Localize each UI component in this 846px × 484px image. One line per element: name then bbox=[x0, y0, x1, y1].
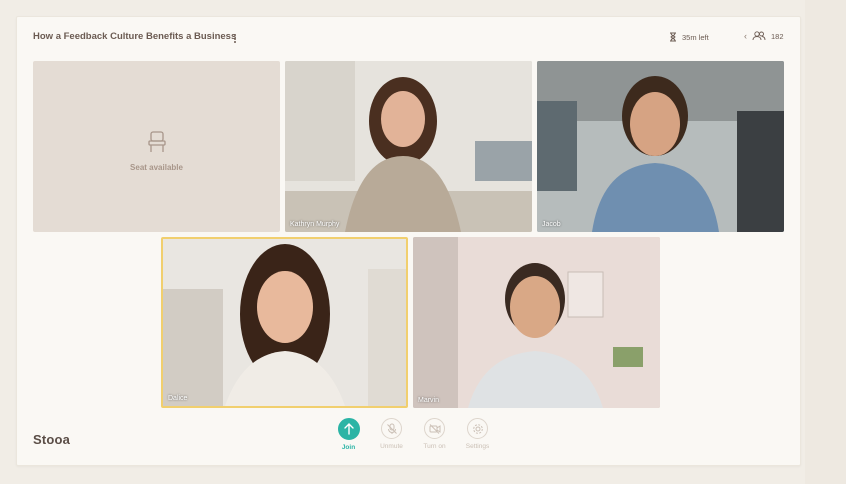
participant-count: 182 bbox=[771, 31, 784, 41]
participant-name: Jacob bbox=[542, 221, 561, 228]
join-label: Join bbox=[341, 444, 356, 451]
chevron-left-icon[interactable]: ‹ bbox=[744, 31, 747, 41]
participant-video bbox=[413, 237, 660, 408]
unmute-label: Unmute bbox=[380, 443, 403, 450]
participant-video bbox=[537, 61, 784, 232]
participant-tile-marvin: Marvin bbox=[413, 237, 660, 408]
mic-off-icon bbox=[386, 423, 397, 434]
participant-tile-kathryn: Kathryn Murphy bbox=[285, 61, 532, 232]
participant-name: Dalice bbox=[168, 395, 188, 402]
settings-button[interactable]: Settings bbox=[460, 418, 495, 451]
participant-name: Marvin bbox=[418, 397, 440, 404]
chair-icon bbox=[147, 131, 166, 152]
time-left-text: 35m left bbox=[682, 32, 709, 42]
participant-video bbox=[285, 61, 532, 232]
seat-available-tile[interactable]: Seat available bbox=[33, 61, 280, 232]
people-icon bbox=[752, 31, 766, 41]
unmute-button[interactable]: Unmute bbox=[374, 418, 409, 451]
camera-off-icon bbox=[429, 423, 440, 434]
turn-on-label: Turn on bbox=[423, 443, 446, 450]
background-strip bbox=[805, 0, 846, 484]
time-remaining: 35m left bbox=[669, 32, 709, 42]
participant-tile-jacob: Jacob bbox=[537, 61, 784, 232]
stooa-logo: Stooa bbox=[33, 432, 71, 447]
participants-toggle[interactable]: ‹ 182 bbox=[744, 31, 784, 41]
hourglass-icon bbox=[670, 32, 676, 42]
turn-on-camera-button[interactable]: Turn on bbox=[417, 418, 452, 451]
meeting-panel: How a Feedback Culture Benefits a Busine… bbox=[16, 16, 801, 466]
settings-label: Settings bbox=[465, 443, 490, 450]
call-controls: Join Unmute Turn on Settings bbox=[331, 418, 495, 451]
participant-name: Kathryn Murphy bbox=[290, 221, 340, 228]
participant-video bbox=[163, 239, 406, 406]
meeting-title: How a Feedback Culture Benefits a Busine… bbox=[33, 31, 237, 42]
gear-icon bbox=[472, 423, 483, 434]
more-options-icon[interactable] bbox=[232, 33, 238, 45]
arrow-up-icon bbox=[343, 423, 354, 435]
seat-available-label: Seat available bbox=[130, 163, 183, 172]
join-button[interactable]: Join bbox=[331, 418, 366, 451]
participant-tile-dalice-active-speaker: Dalice bbox=[161, 237, 408, 408]
